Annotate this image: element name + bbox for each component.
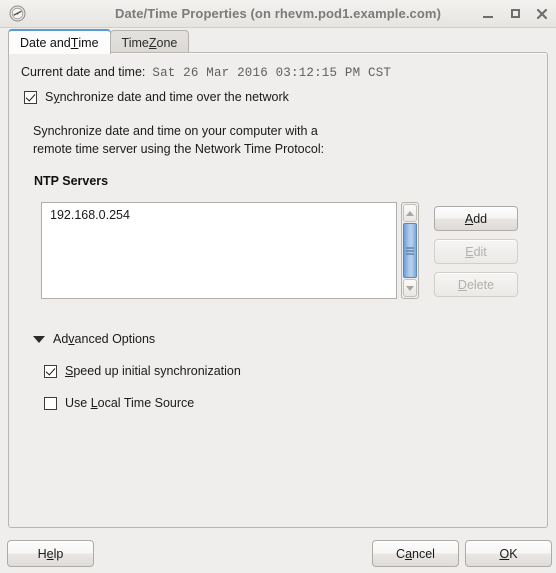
clock-icon bbox=[9, 5, 26, 22]
titlebar[interactable]: Date/Time Properties (on rhevm.pod1.exam… bbox=[0, 0, 556, 28]
sync-description-line2: remote time server using the Network Tim… bbox=[33, 142, 325, 156]
use-local-time-source-label: Use Local Time Source bbox=[65, 396, 195, 410]
scroll-down-icon[interactable] bbox=[403, 279, 417, 297]
tab-date-and-time-label-end: ime bbox=[78, 36, 99, 50]
current-datetime-label: Current date and time: bbox=[21, 65, 146, 79]
date-and-time-panel: Current date and time: Sat 26 Mar 2016 0… bbox=[8, 52, 548, 528]
advanced-options-label: Advanced Options bbox=[53, 332, 156, 346]
edit-button[interactable]: Edit bbox=[434, 239, 518, 264]
chevron-down-icon bbox=[33, 335, 45, 343]
speed-up-sync-label: Speed up initial synchronization bbox=[65, 364, 241, 378]
help-button[interactable]: He lp bbox=[7, 540, 94, 567]
ntp-servers-scrollbar[interactable] bbox=[401, 202, 419, 299]
speed-up-sync-checkbox[interactable] bbox=[44, 364, 57, 378]
ntp-servers-actions: Add Edit Delete bbox=[434, 206, 518, 297]
scrollbar-thumb[interactable] bbox=[403, 223, 417, 278]
sync-description: Synchronize date and time on your comput… bbox=[33, 122, 324, 158]
use-local-time-source-checkbox[interactable] bbox=[44, 396, 57, 410]
sync-network-checkbox-row[interactable]: Synchronize date and time over the netwo… bbox=[24, 90, 289, 104]
window-title: Date/Time Properties (on rhevm.pod1.exam… bbox=[114, 6, 442, 21]
tab-time-zone-mnemonic: Z bbox=[148, 35, 157, 50]
speed-up-sync-checkbox-row[interactable]: Speed up initial synchronization bbox=[44, 364, 241, 378]
sync-network-checkbox[interactable] bbox=[24, 90, 37, 104]
ok-button[interactable]: OK bbox=[465, 540, 552, 567]
current-datetime-row: Current date and time: Sat 26 Mar 2016 0… bbox=[21, 65, 391, 80]
delete-button[interactable]: Delete bbox=[434, 272, 518, 297]
current-datetime-value: Sat 26 Mar 2016 03:12:15 PM CST bbox=[152, 66, 392, 80]
scrollbar-grip-icon bbox=[406, 247, 414, 254]
ntp-servers-heading: NTP Servers bbox=[34, 174, 109, 188]
datetime-properties-dialog: Date/Time Properties (on rhevm.pod1.exam… bbox=[0, 0, 556, 573]
tabstrip: Date and Time Time Zone bbox=[0, 28, 556, 54]
tab-date-and-time-mnemonic: T bbox=[70, 36, 79, 50]
sync-network-label: Synchronize date and time over the netwo… bbox=[45, 90, 289, 104]
cancel-button[interactable]: Ca ncel bbox=[372, 540, 459, 567]
minimize-icon[interactable] bbox=[481, 7, 495, 21]
close-icon[interactable] bbox=[535, 7, 549, 21]
window-controls bbox=[481, 0, 549, 27]
use-local-time-source-checkbox-row[interactable]: Use Local Time Source bbox=[44, 396, 194, 410]
add-button[interactable]: Add bbox=[434, 206, 518, 231]
list-item[interactable]: 192.168.0.254 bbox=[42, 203, 396, 222]
tab-time-zone-label-end: one bbox=[156, 35, 178, 50]
sync-description-line1: Synchronize date and time on your comput… bbox=[33, 124, 318, 138]
tab-time-zone-label: Time bbox=[121, 35, 149, 50]
dialog-footer: He lp Ca ncel OK bbox=[0, 536, 556, 573]
advanced-options-toggle[interactable]: Advanced Options bbox=[33, 332, 155, 346]
maximize-icon[interactable] bbox=[508, 7, 522, 21]
tab-date-and-time-label: Date and bbox=[20, 36, 71, 50]
ntp-servers-list[interactable]: 192.168.0.254 bbox=[41, 202, 397, 299]
tab-date-and-time[interactable]: Date and Time bbox=[8, 29, 111, 54]
tab-time-zone[interactable]: Time Zone bbox=[109, 30, 190, 54]
scrollbar-track[interactable] bbox=[403, 223, 417, 278]
scroll-up-icon[interactable] bbox=[403, 204, 417, 222]
